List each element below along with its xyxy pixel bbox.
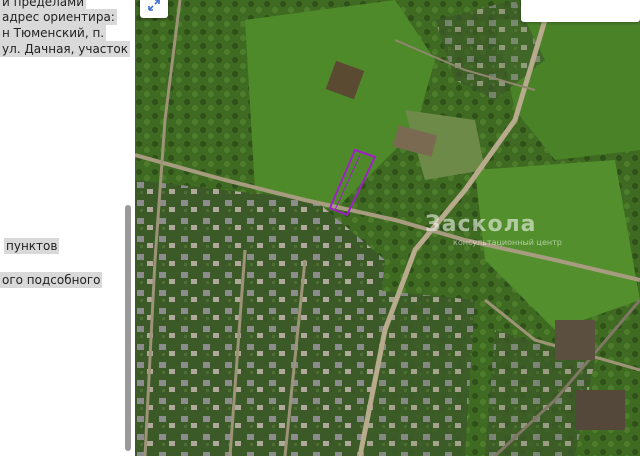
description-line: н Тюменский, п. bbox=[0, 25, 107, 41]
watermark-subtitle: консультационный центр bbox=[453, 238, 562, 247]
listing-description-panel: и пределами адрес ориентира: н Тюменский… bbox=[0, 0, 135, 456]
description-line: ул. Дачная, участок bbox=[0, 41, 130, 57]
satellite-imagery bbox=[135, 0, 640, 456]
scrollbar-thumb[interactable] bbox=[125, 205, 131, 451]
watermark-brand: Заскола bbox=[425, 212, 537, 237]
expand-map-button[interactable] bbox=[140, 0, 168, 18]
satellite-map[interactable]: Заскола консультационный центр bbox=[135, 0, 640, 456]
description-line: пунктов bbox=[4, 238, 60, 254]
description-line: адрес ориентира: bbox=[0, 9, 117, 25]
expand-arrows-icon bbox=[148, 0, 160, 11]
description-line: ого подсобного bbox=[0, 272, 103, 288]
map-overlay-panel bbox=[521, 0, 640, 22]
